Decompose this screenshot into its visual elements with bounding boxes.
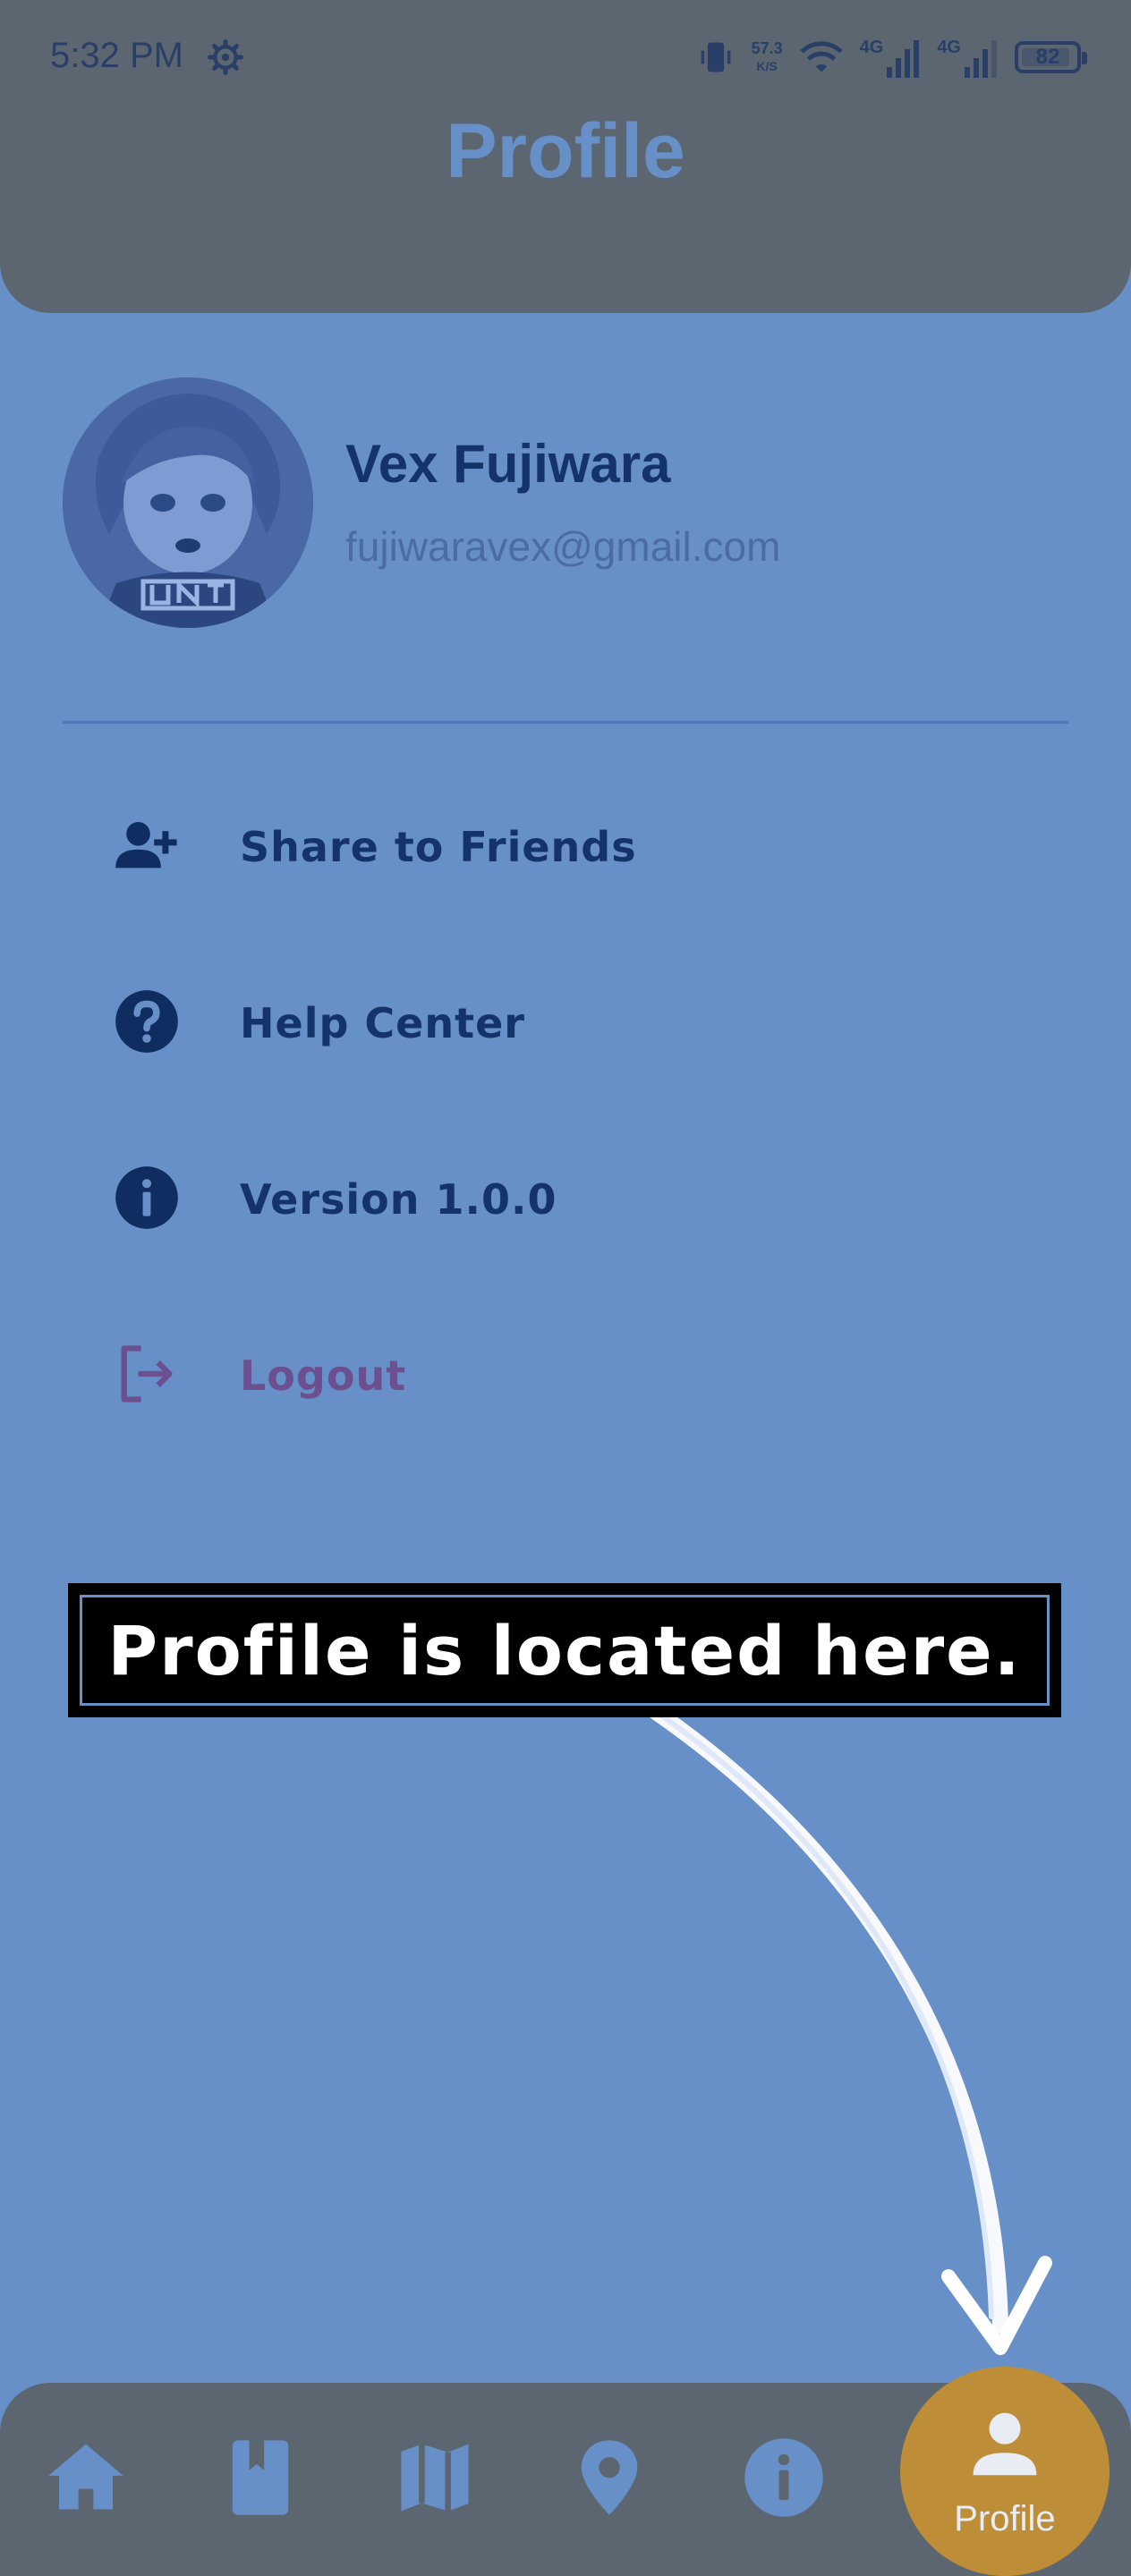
network-4g-1: 4G xyxy=(860,38,922,78)
menu-item-help-center[interactable]: Help Center xyxy=(63,954,1068,1089)
vibrate-icon xyxy=(701,42,731,72)
nav-location[interactable] xyxy=(565,2433,654,2522)
annotation-text: Profile is located here. xyxy=(107,1610,1022,1690)
page-title: Profile xyxy=(446,108,685,194)
book-icon xyxy=(232,2440,289,2515)
home-icon xyxy=(48,2444,123,2510)
map-icon xyxy=(401,2444,469,2512)
network-speed-value: 57.3 xyxy=(751,39,783,57)
divider xyxy=(63,721,1068,724)
battery-level: 82 xyxy=(1035,45,1060,69)
battery-icon: 82 xyxy=(1015,41,1087,73)
menu-item-logout[interactable]: Logout xyxy=(63,1307,1068,1441)
info-icon xyxy=(115,1166,178,1229)
help-icon xyxy=(115,990,178,1053)
status-icons: 57.3 K/S 4G 4G 82 xyxy=(696,32,1087,82)
nav-profile[interactable]: Profile xyxy=(900,2367,1110,2576)
logout-icon xyxy=(121,1345,173,1402)
wifi-icon xyxy=(800,41,843,72)
network-type-label: 4G xyxy=(859,37,884,57)
network-speed-unit: K/S xyxy=(756,59,778,73)
add-person-icon xyxy=(115,822,177,869)
nav-profile-label: Profile xyxy=(954,2499,1056,2538)
network-type-label: 4G xyxy=(937,37,961,57)
menu-label: Logout xyxy=(240,1352,407,1400)
avatar xyxy=(63,377,313,628)
signal-icon xyxy=(965,39,997,78)
nav-home[interactable] xyxy=(41,2433,131,2522)
nav-info[interactable] xyxy=(739,2433,829,2522)
menu-item-share-to-friends[interactable]: Share to Friends xyxy=(63,778,1068,912)
avatar-illustration xyxy=(63,377,313,628)
network-4g-2: 4G xyxy=(937,38,999,78)
person-icon xyxy=(973,2412,1037,2476)
nav-map[interactable] xyxy=(390,2433,480,2522)
menu-item-version[interactable]: Version 1.0.0 xyxy=(63,1131,1068,1265)
user-email: fujiwaravex@gmail.com xyxy=(345,523,781,570)
menu-label: Help Center xyxy=(240,999,525,1047)
signal-icon xyxy=(887,39,920,78)
menu-label: Version 1.0.0 xyxy=(240,1175,557,1224)
nav-book[interactable] xyxy=(216,2433,305,2522)
menu-label: Share to Friends xyxy=(240,823,637,871)
status-bar: 5:32 PM 57.3 K/S 4G 4G 82 xyxy=(0,0,1131,116)
status-time: 5:32 PM xyxy=(50,36,183,75)
location-icon xyxy=(581,2440,638,2515)
network-speed: 57.3 K/S xyxy=(752,39,783,75)
gear-icon xyxy=(208,39,243,75)
annotation-callout: Profile is located here. xyxy=(68,1583,1061,1717)
user-name: Vex Fujiwara xyxy=(345,434,671,494)
info-icon xyxy=(744,2438,823,2517)
